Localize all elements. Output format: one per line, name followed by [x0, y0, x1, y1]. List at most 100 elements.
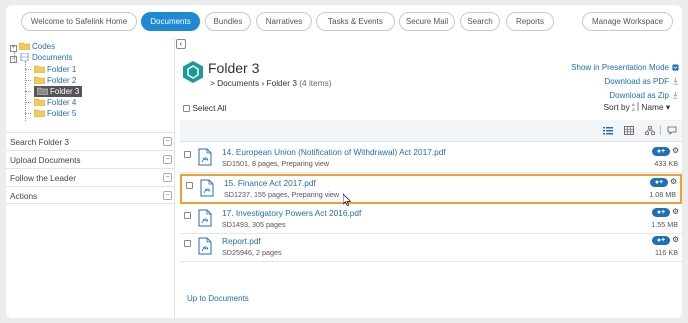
list-view-icon[interactable]: [603, 126, 613, 135]
tree-item-folder-2[interactable]: Folder 2: [34, 75, 76, 86]
collapse-icon[interactable]: −: [163, 137, 172, 146]
folder-tree: + Codes − Documents Folder 1 Folder 2 Fold…: [10, 41, 180, 131]
file-size: 1.55 MB: [651, 220, 678, 229]
breadcrumb: > Documents › Folder 3 (4 items): [210, 78, 332, 88]
tab-documents[interactable]: Documents: [141, 12, 200, 31]
collapse-icon[interactable]: −: [163, 191, 172, 200]
list-item[interactable]: 14. European Union (Notification of With…: [180, 145, 682, 173]
tree-view-icon[interactable]: [645, 126, 655, 135]
tree-label-folder-3: Folder 3: [50, 87, 80, 96]
side-panel-search[interactable]: Search Folder 3 −: [6, 132, 174, 150]
document-meta: SD25946, 2 pages: [222, 248, 282, 257]
tag-add-button[interactable]: ●+: [652, 208, 670, 217]
tree-label-folder-2: Folder 2: [47, 76, 77, 85]
tab-tasks-events[interactable]: Tasks & Events: [316, 12, 395, 31]
side-panel-label: Search Folder 3: [10, 137, 70, 147]
tab-welcome[interactable]: Welcome to Safelink Home: [21, 12, 137, 31]
gear-icon[interactable]: ⚙: [672, 236, 680, 244]
file-size: 433 KB: [654, 159, 678, 168]
tag-add-button[interactable]: ●+: [652, 147, 670, 156]
app-window: Welcome to Safelink Home Documents Bundl…: [6, 5, 682, 318]
gear-icon[interactable]: ⚙: [672, 208, 680, 216]
tab-bundles[interactable]: Bundles: [205, 12, 251, 31]
download-zip-link[interactable]: Download as Zip: [609, 91, 679, 100]
file-size: 116 KB: [654, 248, 678, 257]
svg-text:Z: Z: [632, 107, 635, 111]
chevron-down-icon: ▾: [665, 102, 670, 112]
list-item[interactable]: Report.pdf SD25946, 2 pages ●+ ⚙ 116 KB: [180, 234, 682, 262]
folder-hex-icon: [183, 61, 203, 83]
pdf-file-icon: [198, 209, 212, 227]
collapse-icon[interactable]: −: [163, 173, 172, 182]
folder-icon: [34, 98, 45, 106]
presentation-mode-link[interactable]: Show in Presentation Mode: [571, 63, 679, 72]
tab-secure-mail[interactable]: Secure Mail: [399, 12, 455, 31]
tag-plus: +: [661, 209, 666, 216]
breadcrumb-current: Folder 3: [266, 78, 297, 88]
breadcrumb-separator: ›: [261, 78, 265, 88]
breadcrumb-prefix: >: [210, 78, 215, 88]
document-name[interactable]: 14. European Union (Notification of With…: [222, 147, 446, 157]
document-name[interactable]: 17. Investigatory Powers Act 2016.pdf: [222, 208, 361, 218]
side-panel-actions[interactable]: Actions −: [6, 186, 174, 204]
grid-view-icon[interactable]: [624, 126, 634, 135]
tree-item-documents[interactable]: − Documents: [10, 52, 72, 63]
tag-plus: +: [659, 179, 664, 186]
document-name[interactable]: 15. Finance Act 2017.pdf: [224, 178, 316, 188]
tab-narratives[interactable]: Narratives: [256, 12, 312, 31]
pdf-file-icon: [198, 237, 212, 255]
comment-icon[interactable]: [667, 126, 677, 135]
row-checkbox[interactable]: [186, 182, 193, 189]
sort-az-icon: AZ: [632, 102, 639, 112]
tree-item-folder-4[interactable]: Folder 4: [34, 97, 76, 108]
select-all[interactable]: Select All: [183, 103, 226, 113]
toolbar-divider: [660, 126, 661, 135]
collapse-sidebar-button[interactable]: ‹: [176, 39, 186, 49]
view-toolbar: [180, 120, 682, 142]
list-item[interactable]: 17. Investigatory Powers Act 2016.pdf SD…: [180, 206, 682, 234]
pane-divider: [174, 37, 175, 318]
sort-control[interactable]: Sort by AZ Name ▾: [603, 102, 670, 112]
manage-workspace-button[interactable]: Manage Workspace: [582, 12, 673, 31]
tag-plus: +: [661, 148, 666, 155]
collapse-tree-icon[interactable]: −: [10, 56, 17, 63]
gear-icon[interactable]: ⚙: [670, 178, 678, 186]
tag-add-button[interactable]: ●+: [650, 178, 668, 187]
folder-icon: [34, 76, 45, 84]
expand-icon[interactable]: +: [10, 45, 17, 52]
document-meta: SD1493, 305 pages: [222, 220, 286, 229]
tree-item-folder-5[interactable]: Folder 5: [34, 108, 76, 119]
page-title: Folder 3: [208, 60, 260, 76]
folder-icon: [34, 65, 45, 73]
side-panel-label: Upload Documents: [10, 155, 81, 165]
side-panel-follow[interactable]: Follow the Leader −: [6, 168, 174, 186]
tree-item-folder-3[interactable]: Folder 3: [34, 86, 83, 97]
breadcrumb-documents[interactable]: Documents: [217, 78, 259, 88]
cabinet-icon: [20, 53, 29, 61]
row-checkbox[interactable]: [184, 151, 191, 158]
tab-search[interactable]: Search: [460, 12, 500, 31]
document-meta: SD1501, 8 pages, Preparing view: [222, 159, 330, 168]
tree-item-codes[interactable]: + Codes: [10, 41, 55, 52]
item-count: (4 items): [299, 78, 332, 88]
sort-field: Name: [641, 102, 664, 112]
tree-label-documents: Documents: [32, 53, 73, 62]
document-name[interactable]: Report.pdf: [222, 236, 261, 246]
tag-add-button[interactable]: ●+: [652, 236, 670, 245]
folder-icon: [19, 42, 30, 50]
row-checkbox[interactable]: [184, 240, 191, 247]
tab-reports[interactable]: Reports: [506, 12, 554, 31]
select-all-checkbox[interactable]: [183, 105, 190, 112]
tag-plus: +: [661, 237, 666, 244]
presentation-icon: [672, 64, 679, 71]
list-item[interactable]: 15. Finance Act 2017.pdf SD1237, 155 pag…: [180, 174, 682, 204]
tree-label-folder-1: Folder 1: [47, 65, 77, 74]
tree-item-folder-1[interactable]: Folder 1: [34, 64, 76, 75]
side-panel-upload[interactable]: Upload Documents −: [6, 150, 174, 168]
download-pdf-link[interactable]: Download as PDF: [605, 77, 679, 86]
collapse-icon[interactable]: −: [163, 155, 172, 164]
up-to-documents-link[interactable]: Up to Documents: [187, 294, 249, 303]
presentation-mode-label: Show in Presentation Mode: [571, 63, 669, 72]
row-checkbox[interactable]: [184, 212, 191, 219]
gear-icon[interactable]: ⚙: [672, 147, 680, 155]
